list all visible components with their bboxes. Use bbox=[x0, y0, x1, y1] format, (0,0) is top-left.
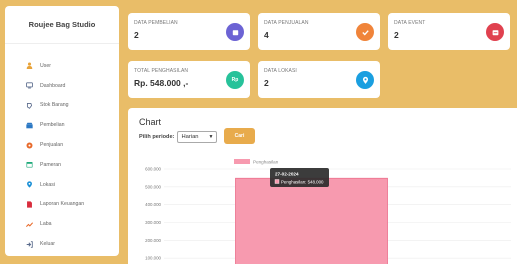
tooltip-swatch bbox=[274, 179, 280, 184]
y-tick-label: 100.000 bbox=[145, 256, 161, 261]
chart-tooltip: 27-02-2024 Penghasilan: 548.000 bbox=[270, 168, 329, 187]
card-data-pembelian: DATA PEMBELIAN 2 bbox=[128, 13, 250, 50]
card-label: DATA EVENT bbox=[394, 20, 426, 26]
card-label: DATA LOKASI bbox=[264, 68, 297, 74]
sidebar-item-user[interactable]: User bbox=[5, 56, 119, 76]
card-label: DATA PEMBELIAN bbox=[134, 20, 178, 26]
sidebar-item-pembelian[interactable]: Pembelian bbox=[5, 115, 119, 135]
event-icon bbox=[486, 23, 504, 41]
calendar-icon bbox=[26, 161, 33, 168]
profit-icon bbox=[26, 221, 33, 228]
sidebar-item-label: Keluar bbox=[40, 241, 55, 248]
card-data-event: DATA EVENT 2 bbox=[388, 13, 510, 50]
card-data-penjualan: DATA PENJUALAN 4 bbox=[258, 13, 380, 50]
location-icon bbox=[26, 181, 33, 188]
chart-bar[interactable] bbox=[235, 177, 388, 264]
sidebar-item-label: Lokasi bbox=[40, 181, 55, 188]
sidebar-item-penjualan[interactable]: Penjualan bbox=[5, 135, 119, 155]
location-pin-icon bbox=[356, 71, 374, 89]
sidebar-item-laba[interactable]: Laba bbox=[5, 214, 119, 234]
card-value: 2 bbox=[264, 78, 269, 88]
money-icon: Rp bbox=[226, 71, 244, 89]
sidebar-menu: User Dashboard Stok Barang Pembelian Pen… bbox=[5, 44, 119, 254]
sidebar-item-label: User bbox=[40, 62, 51, 69]
sidebar-item-laporan-keuangan[interactable]: Laporan Keuangan bbox=[5, 195, 119, 215]
y-tick-label: 500.000 bbox=[145, 184, 161, 189]
legend-label: Penghasilan bbox=[253, 160, 279, 165]
card-value: Rp. 548.000 ,- bbox=[134, 78, 189, 88]
sidebar-item-label: Penjualan bbox=[40, 142, 64, 149]
user-icon bbox=[26, 62, 33, 70]
bar-chart: Penghasilan 100.000 200.000 300.000 400.000… bbox=[145, 159, 511, 264]
y-tick-label: 600.000 bbox=[145, 167, 161, 172]
card-label: TOTAL PENGHASILAN bbox=[134, 68, 189, 74]
card-label: DATA PENJUALAN bbox=[264, 20, 309, 26]
report-icon bbox=[26, 201, 33, 208]
y-tick-label: 200.000 bbox=[145, 238, 161, 243]
check-icon bbox=[356, 23, 374, 41]
legend-swatch bbox=[234, 159, 250, 164]
sidebar-item-stok-barang[interactable]: Stok Barang bbox=[5, 96, 119, 116]
sidebar-item-lokasi[interactable]: Lokasi bbox=[5, 175, 119, 195]
stock-icon bbox=[26, 102, 33, 109]
chart-bars bbox=[235, 177, 388, 264]
sidebar-item-label: Laba bbox=[40, 221, 52, 228]
sidebar-item-label: Laporan Keuangan bbox=[40, 201, 85, 208]
card-value: 2 bbox=[134, 30, 139, 40]
chart-legend: Penghasilan bbox=[234, 159, 279, 165]
sidebar-item-label: Pembelian bbox=[40, 122, 65, 129]
sidebar-item-label: Stok Barang bbox=[40, 102, 69, 109]
sales-icon bbox=[26, 142, 33, 149]
logout-icon bbox=[26, 240, 33, 248]
brand-title: Roujee Bag Studio bbox=[5, 6, 119, 44]
y-tick-label: 400.000 bbox=[145, 202, 161, 207]
y-tick-label: 300.000 bbox=[145, 220, 161, 225]
chart-panel: Chart Pilih periode: Harian ▼ Cari Pengh… bbox=[128, 108, 517, 264]
sidebar-item-label: Dashboard bbox=[40, 82, 66, 89]
card-total-penghasilan: TOTAL PENGHASILAN Rp. 548.000 ,- Rp bbox=[128, 61, 250, 98]
card-data-lokasi: DATA LOKASI 2 bbox=[258, 61, 380, 98]
sidebar-item-pameran[interactable]: Pameran bbox=[5, 155, 119, 175]
tooltip-title: 27-02-2024 bbox=[275, 172, 299, 177]
sidebar-item-dashboard[interactable]: Dashboard bbox=[5, 76, 119, 96]
sidebar: Roujee Bag Studio User Dashboard Stok Ba… bbox=[5, 6, 119, 256]
monitor-icon bbox=[26, 82, 33, 89]
card-value: 2 bbox=[394, 30, 399, 40]
sidebar-item-label: Pameran bbox=[40, 161, 62, 168]
purchase-box-icon bbox=[226, 23, 244, 41]
card-value: 4 bbox=[264, 30, 269, 40]
sidebar-item-keluar[interactable]: Keluar bbox=[5, 234, 119, 254]
purchase-icon bbox=[26, 122, 33, 129]
tooltip-text: Penghasilan: 548.000 bbox=[281, 179, 324, 184]
